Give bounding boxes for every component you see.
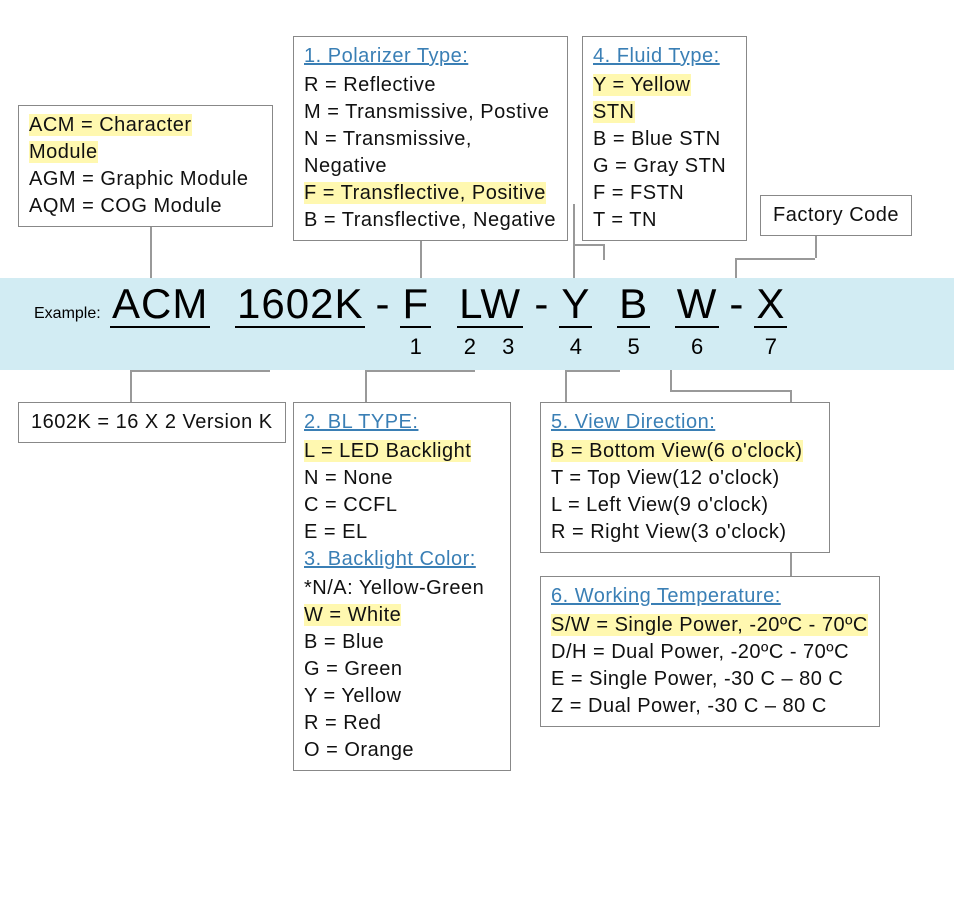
connector bbox=[573, 244, 603, 246]
dash: - bbox=[719, 282, 754, 326]
dash: - bbox=[524, 282, 559, 326]
connector bbox=[365, 370, 367, 402]
connector bbox=[365, 370, 475, 372]
blcolor-b: B = Blue bbox=[304, 629, 500, 656]
blcolor-na: *N/A: Yellow-Green bbox=[304, 575, 500, 602]
bltype-n: N = None bbox=[304, 465, 500, 492]
temp-e: E = Single Power, -30 C – 80 C bbox=[551, 666, 869, 693]
seg-1-text: F bbox=[400, 282, 431, 328]
seg-model: 1602K bbox=[235, 282, 365, 328]
model-text: 1602K = 16 X 2 Version K bbox=[31, 411, 273, 433]
view-t: T = Top View(12 o'clock) bbox=[551, 465, 819, 492]
bltype-c: C = CCFL bbox=[304, 492, 500, 519]
example-label: Example: bbox=[34, 305, 101, 323]
seg-prefix: ACM bbox=[110, 282, 210, 328]
module-agm: AGM = Graphic Module bbox=[29, 166, 262, 193]
fluid-b: B = Blue STN bbox=[593, 126, 736, 153]
fluid-y: Y = Yellow STN bbox=[593, 74, 691, 123]
module-aqm: AQM = COG Module bbox=[29, 193, 262, 220]
connector bbox=[565, 370, 567, 402]
polarizer-f: F = Transflective, Positive bbox=[304, 182, 546, 204]
seg-5-text: B bbox=[617, 282, 650, 328]
module-type-box: ACM = Character Module AGM = Graphic Mod… bbox=[18, 105, 273, 227]
fluid-f: F = FSTN bbox=[593, 180, 736, 207]
connector bbox=[130, 370, 270, 372]
polarizer-n: N = Transmissive, Negative bbox=[304, 126, 557, 180]
module-acm: ACM = Character Module bbox=[29, 114, 192, 163]
backlight-box: 2. BL TYPE: L = LED Backlight N = None C… bbox=[293, 402, 511, 771]
seg-1: F 1 bbox=[400, 282, 431, 360]
blcolor-w: W = White bbox=[304, 604, 401, 626]
temp-z: Z = Dual Power, -30 C – 80 C bbox=[551, 693, 869, 720]
blcolor-title: 3. Backlight Color: bbox=[304, 546, 500, 573]
seg-6-text: W bbox=[675, 282, 720, 328]
seg-7-text: X bbox=[754, 282, 787, 328]
factory-code-label: Factory Code bbox=[773, 204, 899, 226]
seg-1-sub: 1 bbox=[410, 334, 422, 360]
polarizer-box: 1. Polarizer Type: R = Reflective M = Tr… bbox=[293, 36, 568, 241]
bltype-l: L = LED Backlight bbox=[304, 440, 471, 462]
view-direction-box: 5. View Direction: B = Bottom View(6 o'c… bbox=[540, 402, 830, 553]
polarizer-m: M = Transmissive, Postive bbox=[304, 99, 557, 126]
fluid-g: G = Gray STN bbox=[593, 153, 736, 180]
seg-23-text: LW bbox=[457, 282, 523, 328]
seg-23: LW 2 3 bbox=[456, 282, 525, 360]
blcolor-y: Y = Yellow bbox=[304, 683, 500, 710]
seg-23-sub: 2 3 bbox=[456, 334, 525, 360]
spacer bbox=[592, 282, 617, 326]
seg-5-sub: 5 bbox=[627, 334, 639, 360]
connector bbox=[670, 390, 790, 392]
seg-6: W 6 bbox=[675, 282, 720, 360]
seg-7: X 7 bbox=[754, 282, 787, 360]
view-l: L = Left View(9 o'clock) bbox=[551, 492, 819, 519]
seg-6-sub: 6 bbox=[691, 334, 703, 360]
spacer bbox=[650, 282, 675, 326]
connector bbox=[603, 244, 605, 260]
polarizer-b: B = Transflective, Negative bbox=[304, 207, 557, 234]
seg-4-sub: 4 bbox=[570, 334, 582, 360]
spacer bbox=[431, 282, 456, 326]
fluid-title: 4. Fluid Type: bbox=[593, 43, 736, 70]
bltype-e: E = EL bbox=[304, 519, 500, 546]
seg-model-text: 1602K bbox=[235, 282, 365, 328]
temp-dh: D/H = Dual Power, -20ºC - 70ºC bbox=[551, 639, 869, 666]
temperature-box: 6. Working Temperature: S/W = Single Pow… bbox=[540, 576, 880, 727]
blcolor-o: O = Orange bbox=[304, 737, 500, 764]
bltype-title: 2. BL TYPE: bbox=[304, 409, 500, 436]
temp-title: 6. Working Temperature: bbox=[551, 583, 869, 610]
view-title: 5. View Direction: bbox=[551, 409, 819, 436]
fluid-box: 4. Fluid Type: Y = Yellow STN B = Blue S… bbox=[582, 36, 747, 241]
connector bbox=[735, 258, 815, 260]
dash: - bbox=[365, 282, 400, 326]
view-b: B = Bottom View(6 o'clock) bbox=[551, 440, 803, 462]
spacer bbox=[210, 282, 235, 326]
fluid-t: T = TN bbox=[593, 207, 736, 234]
connector bbox=[670, 370, 672, 390]
connector bbox=[130, 370, 132, 402]
model-box: 1602K = 16 X 2 Version K bbox=[18, 402, 286, 443]
seg-7-sub: 7 bbox=[765, 334, 777, 360]
blcolor-r: R = Red bbox=[304, 710, 500, 737]
view-r: R = Right View(3 o'clock) bbox=[551, 519, 819, 546]
seg-4: Y 4 bbox=[559, 282, 592, 360]
temp-sw: S/W = Single Power, -20ºC - 70ºC bbox=[551, 614, 868, 636]
seg-4-text: Y bbox=[559, 282, 592, 328]
factory-code-box: Factory Code bbox=[760, 195, 912, 236]
polarizer-title: 1. Polarizer Type: bbox=[304, 43, 557, 70]
polarizer-r: R = Reflective bbox=[304, 72, 557, 99]
connector bbox=[815, 236, 817, 258]
seg-5: B 5 bbox=[617, 282, 650, 360]
part-number: ACM 1602K - F 1 LW 2 3 - Y 4 B 5 W 6 - X… bbox=[110, 282, 787, 360]
connector bbox=[573, 204, 575, 278]
seg-prefix-text: ACM bbox=[110, 282, 210, 328]
blcolor-g: G = Green bbox=[304, 656, 500, 683]
connector bbox=[565, 370, 620, 372]
connector bbox=[735, 258, 737, 278]
